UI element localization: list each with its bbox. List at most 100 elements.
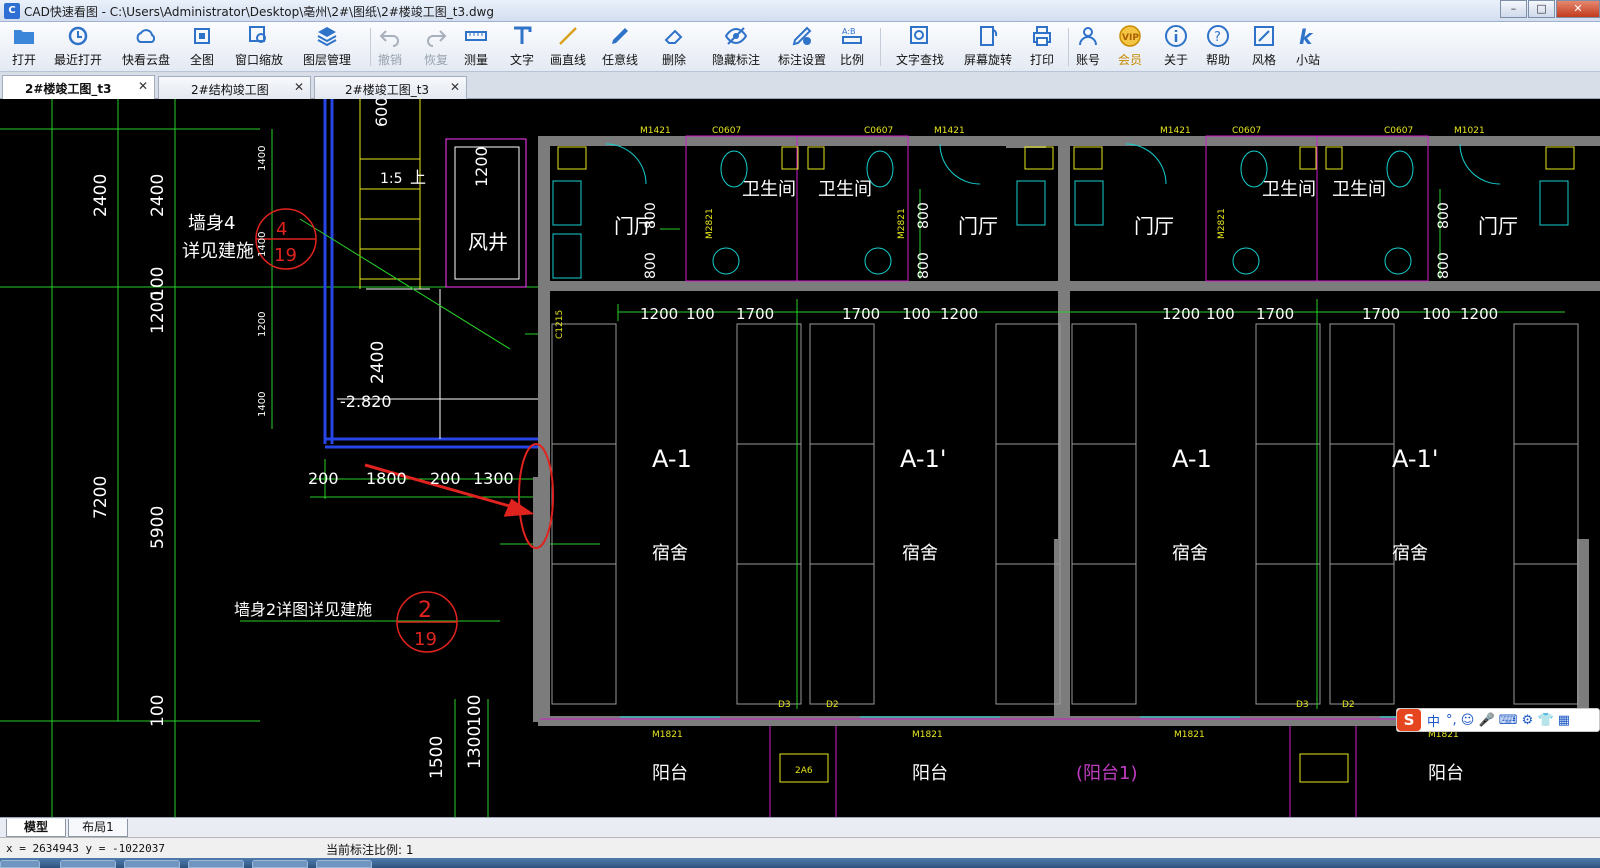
toolbar-label: 恢复 (423, 53, 448, 67)
toolbar-button-1[interactable]: 最近打开 (50, 24, 106, 70)
tab-label: 2#楼竣工图_t3 (25, 82, 112, 96)
close-button[interactable]: ✕ (1556, 0, 1600, 18)
ime-tools[interactable]: °, ☺ 🎤 ⌨ ⚙ 👕 ▦ (1446, 713, 1570, 728)
minimize-button[interactable]: – (1500, 0, 1527, 18)
tab-document-1[interactable]: 2#楼竣工图_t3 ✕ (2, 75, 155, 99)
dim-left: 2400 (91, 174, 111, 217)
toolbar-button-3[interactable]: 全图 (184, 24, 220, 70)
text-icon (514, 26, 532, 44)
toolbar-button-23[interactable]: 风格 (1246, 24, 1282, 70)
small-tag: D2 (826, 700, 839, 710)
vip-icon: VIP (1119, 25, 1141, 47)
toolbar-button-4[interactable]: 窗口缩放 (230, 24, 288, 70)
toolbar-label: 标注设置 (777, 53, 826, 67)
undo-icon (379, 30, 399, 47)
taskbar-app[interactable] (316, 860, 372, 868)
toolbar-button-6[interactable]: 撤销 (372, 24, 408, 70)
door-tag: M1821 (912, 730, 943, 740)
dim-unit: 1200 (1162, 305, 1200, 323)
toolbar-label: 打开 (11, 53, 36, 67)
dim-unit: 1200 (640, 305, 678, 323)
elevation-label: -2.820 (340, 392, 392, 411)
layers-icon (317, 27, 337, 47)
toolbar-button-21[interactable]: 关于 (1158, 24, 1194, 70)
toolbar-button-14[interactable]: 标注设置 (770, 24, 834, 70)
start-button[interactable] (0, 860, 40, 868)
tab-model[interactable]: 模型 (6, 819, 66, 837)
window-title: CAD快速看图 - C:\Users\Administrator\Desktop… (24, 5, 494, 19)
dim-room: 800 (643, 202, 659, 229)
toolbar-button-24[interactable]: k 小站 (1290, 24, 1326, 70)
dim-unit: 1200 (940, 305, 978, 323)
dim-left: 7200 (91, 476, 111, 519)
info-icon (1165, 25, 1187, 47)
door-tag: C0607 (1232, 126, 1261, 136)
tab-close-icon[interactable]: ✕ (450, 80, 460, 94)
user-icon (1079, 27, 1097, 46)
toolbar-button-20[interactable]: VIP 会员 (1112, 24, 1148, 70)
toolbar-button-11[interactable]: 任意线 (600, 24, 640, 70)
drawing-canvas[interactable]: 2400 2400 100 1200 7200 5900 100 1500 1300 100 600… (0, 99, 1600, 817)
eye-icon (724, 27, 748, 45)
dim-left: 2400 (148, 174, 168, 217)
toolbar-label: 文字查找 (895, 53, 944, 67)
toolbar-label: 账号 (1075, 53, 1100, 67)
toolbar-label: 屏幕旋转 (963, 53, 1012, 67)
room-dorm: 宿舍 (1392, 543, 1428, 564)
toolbar-button-9[interactable]: 文字 (504, 24, 540, 70)
tab-document-3[interactable]: 2#楼竣工图_t3 ✕ (314, 76, 467, 99)
printer-icon (1033, 26, 1051, 46)
taskbar-app[interactable] (124, 860, 180, 868)
small-tag: M2821 (1217, 208, 1227, 239)
toolbar-button-13[interactable]: 隐藏标注 (704, 24, 768, 70)
toolbar-button-16[interactable]: 文字查找 (888, 24, 952, 70)
toolbar-label: 最近打开 (53, 53, 102, 67)
tab-close-icon[interactable]: ✕ (294, 80, 304, 94)
toolbar-button-15[interactable]: A:B 比例 (834, 24, 870, 70)
cad-drawing[interactable]: 2400 24001001200720059001001500 1300100600… (0, 99, 1600, 817)
taskbar-app[interactable] (188, 860, 244, 868)
toolbar-button-2[interactable]: 快看云盘 (118, 24, 174, 70)
find-text-icon (910, 26, 928, 44)
room-hall: 门厅 (958, 214, 998, 238)
dim-stair: 2400 (368, 341, 388, 384)
toolbar-label: 任意线 (601, 53, 638, 67)
toolbar-label: 比例 (839, 53, 864, 67)
door-tag: M1421 (1160, 126, 1191, 136)
toolbar-button-18[interactable]: 打印 (1024, 24, 1060, 70)
small-tag: M2821 (897, 208, 907, 239)
os-taskbar (0, 858, 1600, 868)
toolbar-button-22[interactable]: ? 帮助 (1200, 24, 1236, 70)
toolbar-label: 测量 (463, 53, 488, 67)
tab-document-2[interactable]: 2#结构竣工图 ✕ (158, 76, 311, 99)
tab-close-icon[interactable]: ✕ (138, 79, 148, 93)
dim-bottom: 1300 (473, 469, 514, 488)
taskbar-app[interactable] (60, 860, 116, 868)
maximize-button[interactable]: □ (1528, 0, 1555, 18)
toolbar-button-0[interactable]: 打开 (8, 24, 40, 70)
toolbar-button-19[interactable]: 账号 (1070, 24, 1106, 70)
toolbar-button-12[interactable]: 删除 (656, 24, 692, 70)
dim-left: 5900 (148, 506, 168, 549)
toolbar-button-5[interactable]: 图层管理 (298, 24, 356, 70)
toolbar-button-10[interactable]: 画直线 (548, 24, 588, 70)
ime-mode-label[interactable]: 中 (1427, 711, 1440, 730)
room-balcony: 阳台 (1428, 763, 1464, 784)
toolbar-button-17[interactable]: 屏幕旋转 (956, 24, 1020, 70)
room-bathroom: 卫生间 (1332, 179, 1386, 200)
dim-bottom: 200 (430, 469, 461, 488)
dim-room: 800 (916, 252, 932, 279)
door-tag: M1821 (1174, 730, 1205, 740)
toolbar-button-7[interactable]: 恢复 (418, 24, 454, 70)
help-icon: ? (1207, 25, 1229, 47)
dim-unit: 1700 (1256, 305, 1294, 323)
toolbar-label: 画直线 (549, 53, 586, 67)
toolbar-label: 全图 (189, 53, 214, 67)
taskbar-app[interactable] (252, 860, 308, 868)
toolbar-button-8[interactable]: 测量 (458, 24, 494, 70)
ime-toolbar[interactable]: S 中 °, ☺ 🎤 ⌨ ⚙ 👕 ▦ (1396, 708, 1600, 732)
title-bar: C CAD快速看图 - C:\Users\Administrator\Deskt… (0, 0, 1600, 22)
tab-layout1[interactable]: 布局1 (68, 819, 128, 837)
dim-bottom: 1800 (366, 469, 407, 488)
dim-stair: 1400 (257, 392, 268, 417)
